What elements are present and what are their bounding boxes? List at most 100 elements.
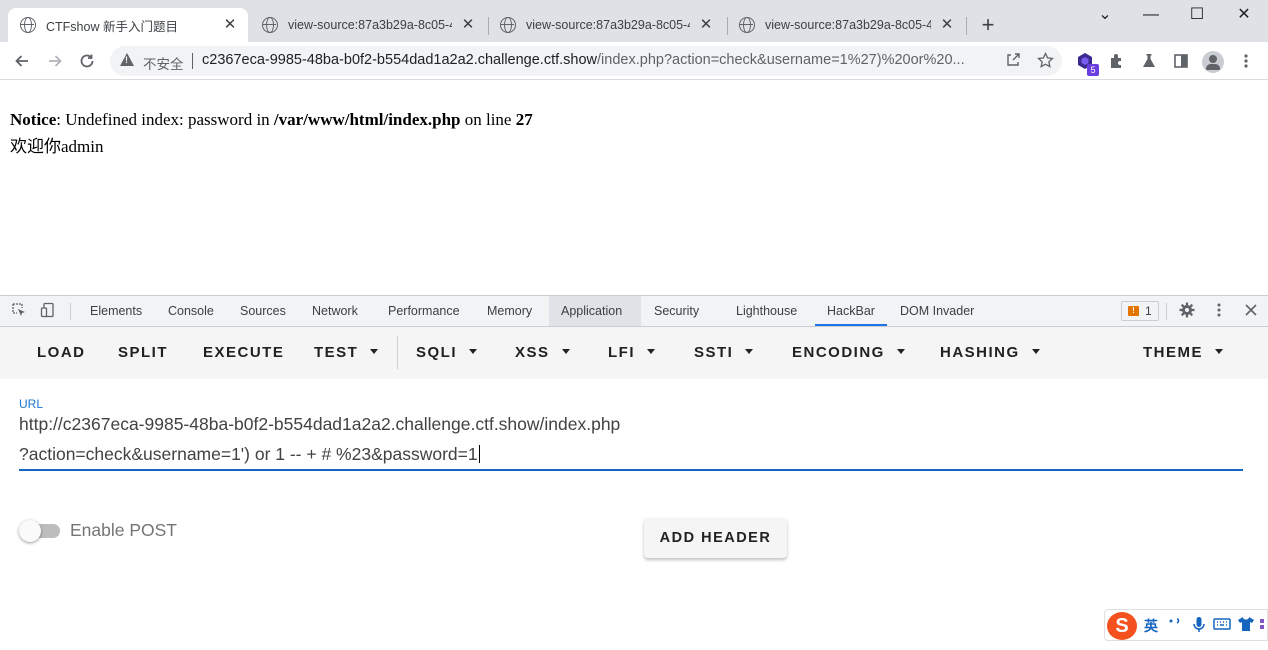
tab-application[interactable]: Application <box>549 296 641 326</box>
tab-view-source-3[interactable]: view-source:87a3b29a-8c05-4 ✕ <box>727 8 965 42</box>
divider <box>1166 303 1167 320</box>
devtools-menu-kebab-icon[interactable] <box>1210 302 1228 320</box>
devtools-close-icon[interactable] <box>1242 302 1260 320</box>
extensions-puzzle-icon[interactable] <box>1107 52 1127 72</box>
tab-divider <box>966 17 967 35</box>
tab-lighthouse[interactable]: Lighthouse <box>724 296 809 326</box>
tab-sources[interactable]: Sources <box>228 296 298 326</box>
globe-icon <box>20 17 36 33</box>
reload-icon[interactable] <box>76 50 98 72</box>
hackbar-menu: LOAD SPLIT EXECUTE TEST SQLI XSS LFI SST… <box>0 327 1268 379</box>
minimize-button[interactable]: — <box>1136 4 1166 26</box>
microphone-icon[interactable] <box>1191 616 1207 636</box>
ssti-dropdown[interactable]: SSTI <box>694 342 754 364</box>
side-panel-icon[interactable] <box>1171 52 1191 72</box>
browser-menu-kebab-icon[interactable] <box>1236 52 1256 72</box>
inspect-element-icon[interactable] <box>10 302 28 320</box>
notice-text: : Undefined index: password in <box>56 110 274 129</box>
encoding-dropdown[interactable]: ENCODING <box>792 342 905 364</box>
tab-console[interactable]: Console <box>156 296 226 326</box>
theme-label: THEME <box>1143 344 1203 361</box>
sogou-logo-icon[interactable]: S <box>1107 612 1137 640</box>
url-path: /index.php?action=check&username=1%27)%2… <box>597 52 965 68</box>
tab-dom-invader[interactable]: DOM Invader <box>888 296 986 326</box>
bookmark-star-icon[interactable] <box>1036 51 1054 70</box>
enable-post-switch-thumb[interactable] <box>19 520 41 542</box>
tab-title: view-source:87a3b29a-8c05-4 <box>526 18 690 32</box>
forward-arrow-icon[interactable] <box>44 50 66 72</box>
security-label[interactable]: 不安全 <box>143 53 184 73</box>
keyboard-icon[interactable] <box>1213 616 1231 636</box>
split-button[interactable]: SPLIT <box>118 342 168 364</box>
share-icon[interactable] <box>1004 52 1022 70</box>
dropdown-caret-icon <box>469 348 478 354</box>
xss-dropdown[interactable]: XSS <box>515 342 570 364</box>
dropdown-caret-icon <box>1031 348 1040 354</box>
url-textarea-line-1[interactable]: http://c2367eca-9985-48ba-b0f2-b554dad1a… <box>19 414 620 435</box>
tab-title: CTFshow 新手入门题目 <box>46 19 178 34</box>
tab-view-source-1[interactable]: view-source:87a3b29a-8c05-4 ✕ <box>250 8 486 42</box>
tab-close-icon[interactable]: ✕ <box>460 17 476 33</box>
tab-performance[interactable]: Performance <box>376 296 472 326</box>
dropdown-caret-icon <box>647 348 655 354</box>
dropdown-caret-icon <box>745 348 754 354</box>
tab-memory[interactable]: Memory <box>475 296 544 326</box>
load-label: LOAD <box>37 344 86 361</box>
tab-elements[interactable]: Elements <box>78 296 154 326</box>
tab-ctfshow[interactable]: CTFshow 新手入门题目 ✕ <box>8 8 248 42</box>
settings-gear-icon[interactable] <box>1178 302 1196 320</box>
url-host: c2367eca-9985-48ba-b0f2-b554dad1a2a2.cha… <box>202 52 598 68</box>
ime-toolbar: S 英 <box>1104 609 1268 641</box>
theme-dropdown[interactable]: THEME <box>1143 342 1223 364</box>
test-dropdown[interactable]: TEST <box>314 342 379 364</box>
add-header-button[interactable]: ADD HEADER <box>644 518 787 558</box>
hashing-dropdown[interactable]: HASHING <box>940 342 1040 364</box>
url-text[interactable]: c2367eca-9985-48ba-b0f2-b554dad1a2a2.cha… <box>202 52 1002 68</box>
punctuation-icon[interactable] <box>1167 616 1183 636</box>
tab-close-icon[interactable]: ✕ <box>222 17 238 33</box>
url-field-label: URL <box>19 397 44 411</box>
browser-window: CTFshow 新手入门题目 ✕ view-source:87a3b29a-8c… <box>0 0 1268 650</box>
text-cursor <box>478 445 480 463</box>
tab-network[interactable]: Network <box>300 296 370 326</box>
new-tab-button[interactable]: + <box>976 13 1000 37</box>
execute-button[interactable]: EXECUTE <box>203 342 284 364</box>
notice-label: Notice <box>10 110 57 129</box>
encoding-label: ENCODING <box>792 344 885 361</box>
load-button[interactable]: LOAD <box>37 342 86 364</box>
enable-post-label[interactable]: Enable POST <box>70 520 177 541</box>
divider <box>192 53 193 69</box>
tab-title: view-source:87a3b29a-8c05-4 <box>765 18 931 32</box>
tab-title: view-source:87a3b29a-8c05-4 <box>288 18 452 32</box>
back-arrow-icon[interactable] <box>11 50 33 72</box>
address-bar[interactable]: ! 不安全 c2367eca-9985-48ba-b0f2-b554dad1a2… <box>110 46 1062 76</box>
lfi-dropdown[interactable]: LFI <box>608 342 655 364</box>
globe-icon <box>500 17 516 33</box>
url-textarea-line-2[interactable]: ?action=check&username=1') or 1 -- + # %… <box>19 444 480 465</box>
browser-toolbar: ! 不安全 c2367eca-9985-48ba-b0f2-b554dad1a2… <box>0 42 1268 80</box>
tab-close-icon[interactable]: ✕ <box>939 17 955 33</box>
url-line-2-text: ?action=check&username=1') or 1 -- + # %… <box>19 444 478 464</box>
tab-strip: CTFshow 新手入门题目 ✕ view-source:87a3b29a-8c… <box>0 0 1268 42</box>
tab-view-source-2[interactable]: view-source:87a3b29a-8c05-4 ✕ <box>488 8 724 42</box>
window-close-button[interactable]: ✕ <box>1229 4 1259 26</box>
tab-security[interactable]: Security <box>642 296 711 326</box>
dropdown-caret-icon <box>561 348 570 354</box>
profile-avatar-icon[interactable] <box>1202 51 1224 73</box>
issues-counter[interactable]: ! 1 <box>1121 301 1159 321</box>
flask-icon[interactable] <box>1139 52 1159 72</box>
ime-language-mode[interactable]: 英 <box>1143 616 1159 636</box>
sqli-label: SQLI <box>416 344 458 361</box>
execute-label: EXECUTE <box>203 344 285 361</box>
sqli-dropdown[interactable]: SQLI <box>416 342 478 364</box>
tab-search-chevron-icon[interactable]: ⌄ <box>1090 4 1120 26</box>
tab-close-icon[interactable]: ✕ <box>698 17 714 33</box>
notice-on-line: on line <box>460 110 516 129</box>
tab-hackbar[interactable]: HackBar <box>815 296 887 326</box>
device-toolbar-icon[interactable] <box>39 302 57 320</box>
more-grid-icon[interactable] <box>1259 616 1268 636</box>
maximize-button[interactable]: ☐ <box>1182 4 1212 26</box>
url-field-underline <box>19 469 1243 471</box>
test-label: TEST <box>314 344 359 361</box>
skin-shirt-icon[interactable] <box>1237 616 1255 636</box>
